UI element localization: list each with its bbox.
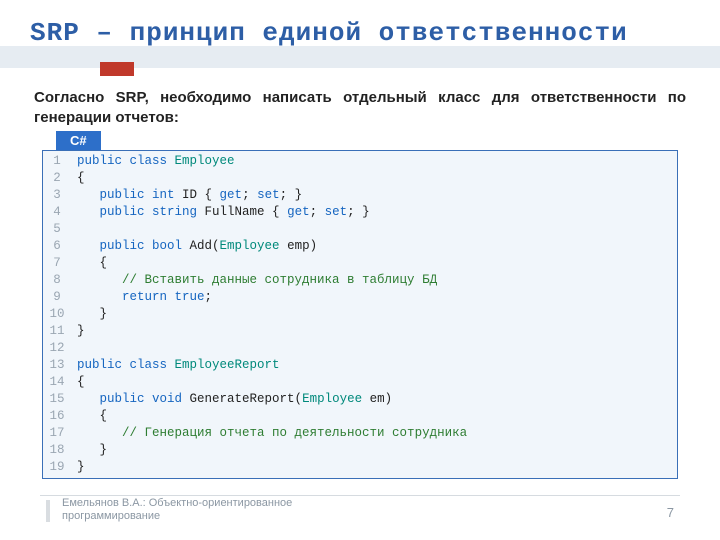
code-line: [77, 221, 671, 238]
code-line: public void GenerateReport(Employee em): [77, 391, 671, 408]
code-line: public bool Add(Employee emp): [77, 238, 671, 255]
code-line: {: [77, 170, 671, 187]
line-number: 18: [43, 442, 71, 459]
line-number: 5: [43, 221, 71, 238]
code-line: return true;: [77, 289, 671, 306]
line-number: 1: [43, 153, 71, 170]
slide-title: SRP – принцип единой ответственности: [30, 18, 690, 48]
line-number: 15: [43, 391, 71, 408]
code-line: // Генерация отчета по деятельности сотр…: [77, 425, 671, 442]
code-language-badge: C#: [56, 131, 101, 150]
line-number: 6: [43, 238, 71, 255]
code-line: public class Employee: [77, 153, 671, 170]
line-number: 14: [43, 374, 71, 391]
code-line: {: [77, 408, 671, 425]
line-number: 4: [43, 204, 71, 221]
code-line: {: [77, 374, 671, 391]
code-line: [77, 340, 671, 357]
code-body: public class Employee{ public int ID { g…: [71, 151, 677, 478]
line-number: 10: [43, 306, 71, 323]
line-number: 11: [43, 323, 71, 340]
code-line: }: [77, 459, 671, 476]
code-line: }: [77, 323, 671, 340]
code-line: }: [77, 306, 671, 323]
code-line: }: [77, 442, 671, 459]
line-number: 17: [43, 425, 71, 442]
page-number: 7: [667, 505, 674, 520]
code-line: public int ID { get; set; }: [77, 187, 671, 204]
code-line: // Вставить данные сотрудника в таблицу …: [77, 272, 671, 289]
code-block: 12345678910111213141516171819 public cla…: [42, 150, 678, 479]
line-number: 3: [43, 187, 71, 204]
line-number: 16: [43, 408, 71, 425]
line-number: 2: [43, 170, 71, 187]
code-line: public string FullName { get; set; }: [77, 204, 671, 221]
slide-subtitle: Согласно SRP, необходимо написать отдель…: [34, 88, 686, 129]
line-number: 19: [43, 459, 71, 476]
footer-text: Емельянов В.А.: Объектно-ориентированное…: [62, 497, 362, 525]
line-number: 7: [43, 255, 71, 272]
line-number: 8: [43, 272, 71, 289]
title-accent: [100, 62, 134, 76]
code-line: public class EmployeeReport: [77, 357, 671, 374]
line-number: 9: [43, 289, 71, 306]
line-number: 12: [43, 340, 71, 357]
code-line: {: [77, 255, 671, 272]
code-gutter: 12345678910111213141516171819: [43, 151, 71, 478]
line-number: 13: [43, 357, 71, 374]
